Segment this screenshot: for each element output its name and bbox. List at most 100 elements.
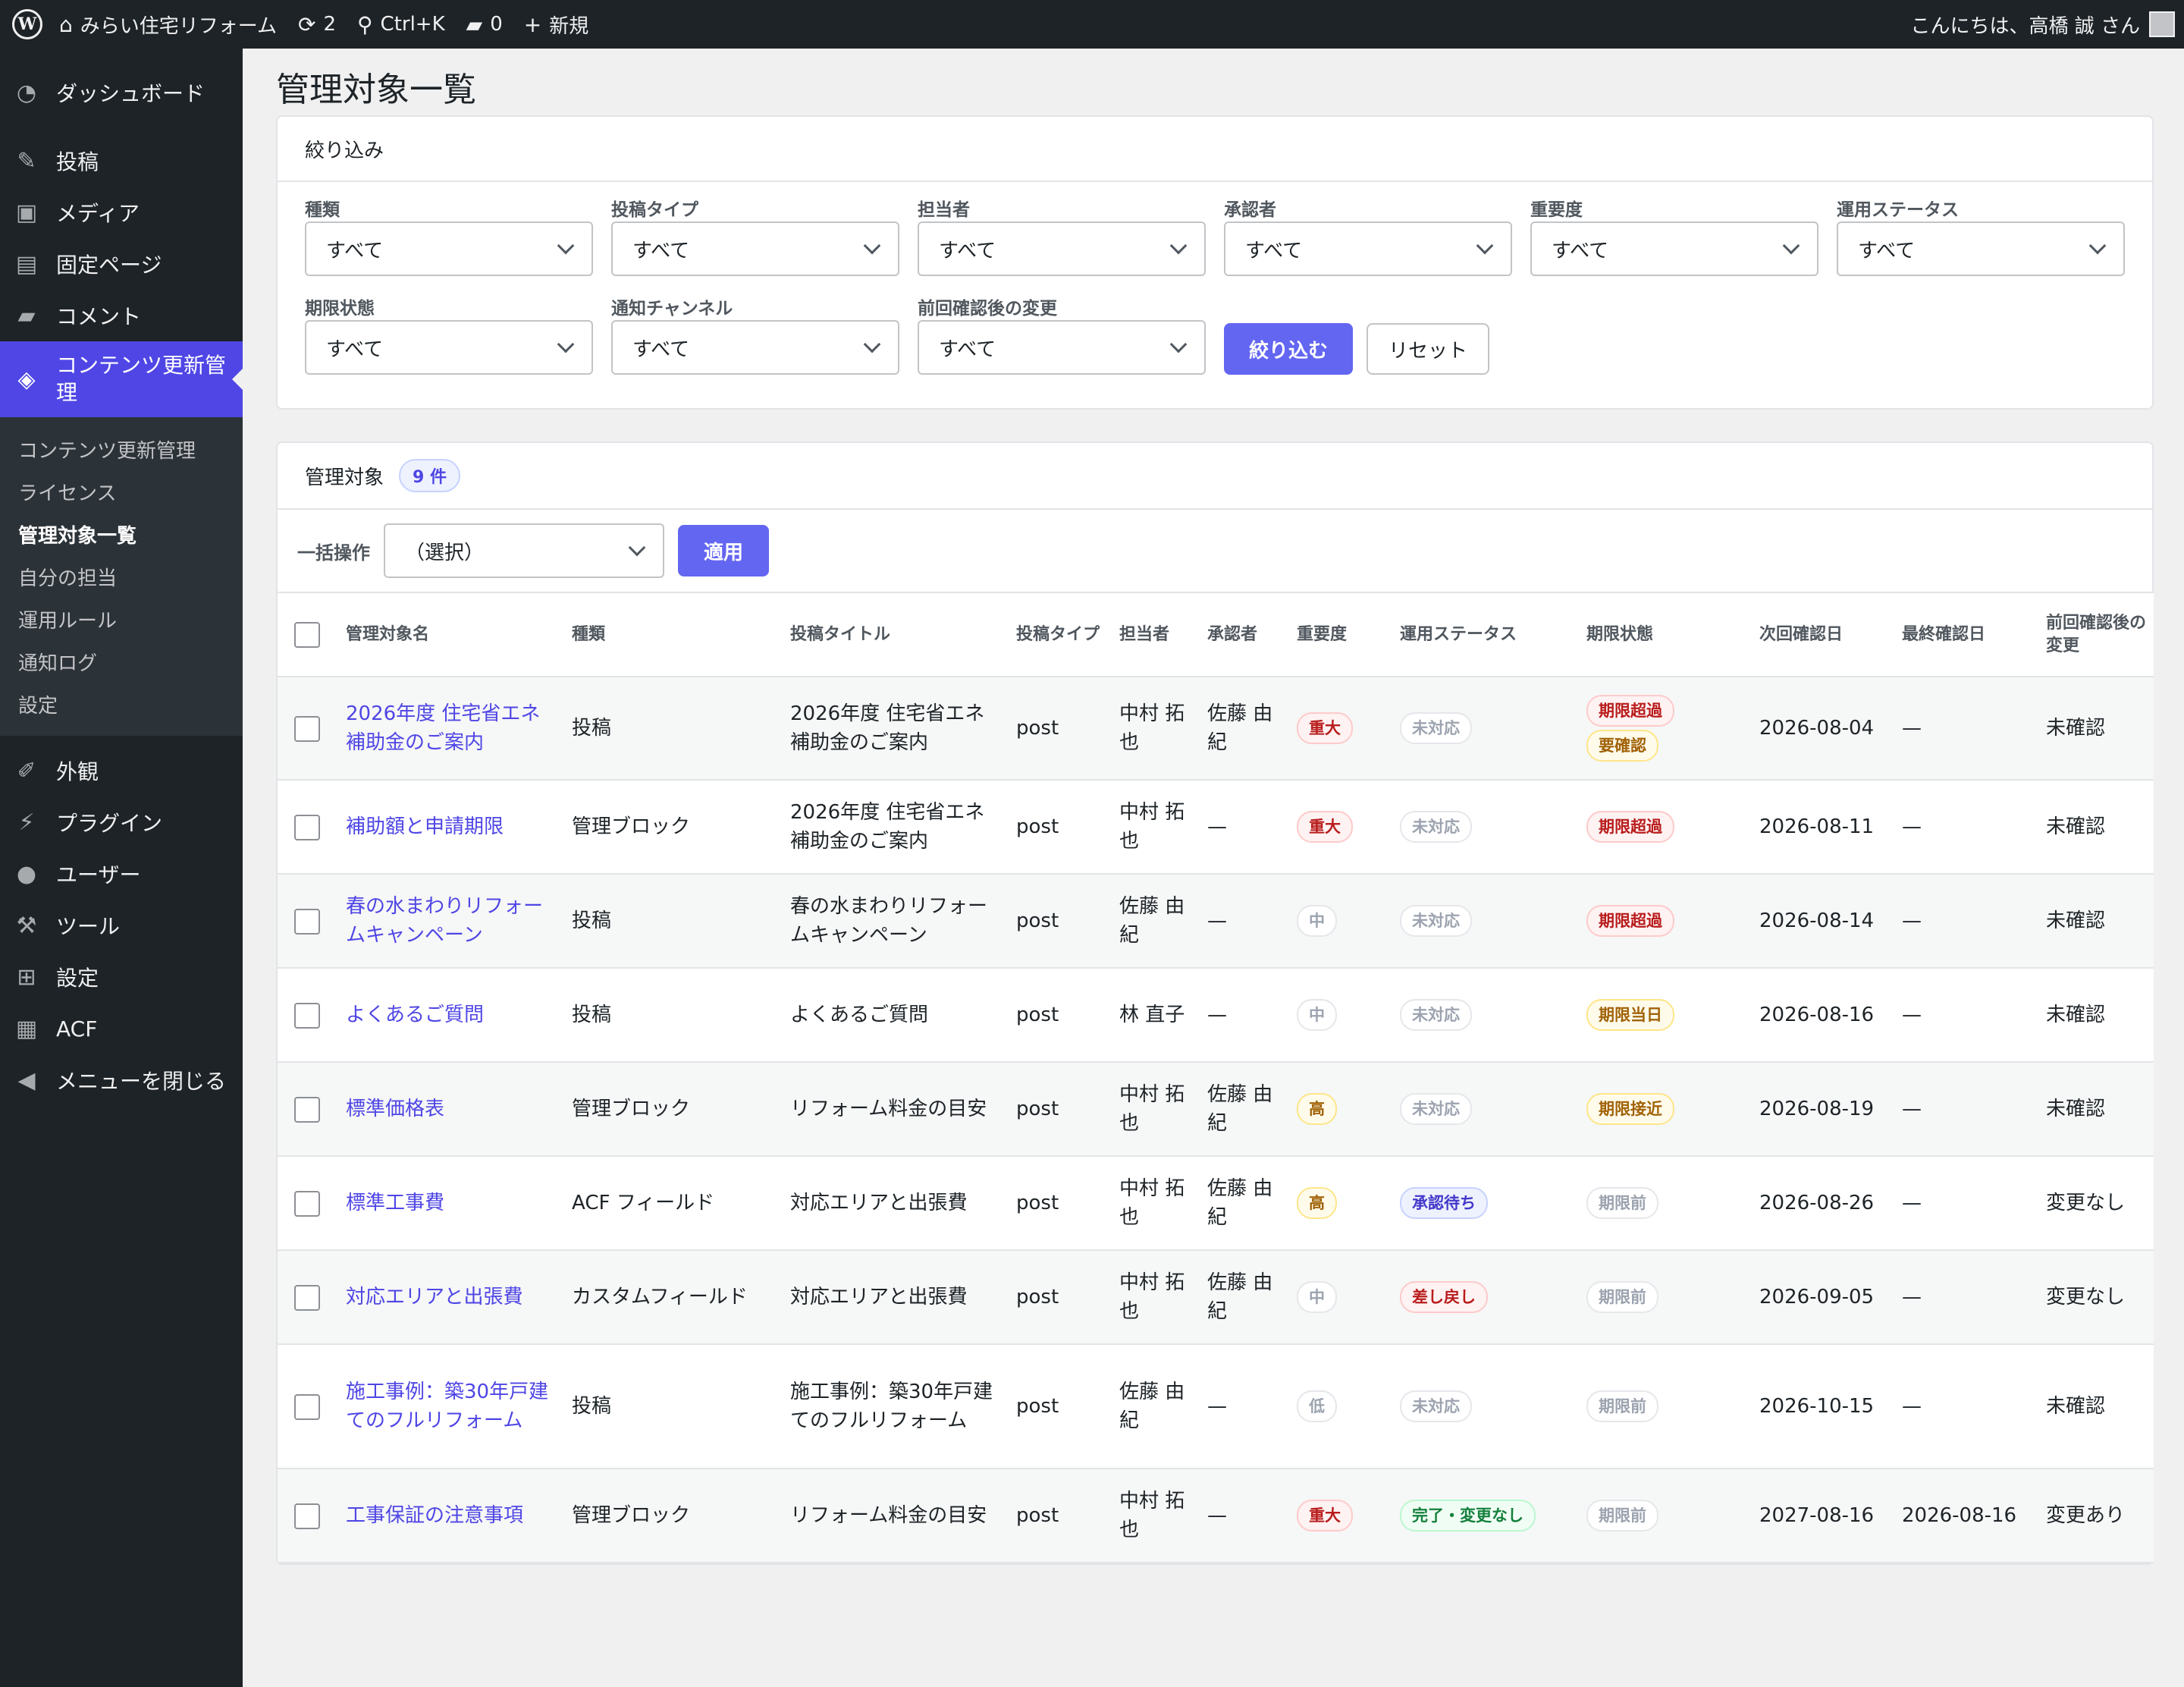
column-header[interactable]: 運用ステータス: [1392, 593, 1579, 677]
filter-channel-select[interactable]: すべて: [611, 320, 899, 375]
filter-status-select[interactable]: すべて: [1837, 221, 2125, 276]
column-header[interactable]: 最終確認日: [1894, 593, 2038, 677]
account-menu[interactable]: こんにちは、高橋 誠 さん: [1910, 11, 2184, 39]
row-checkbox[interactable]: [294, 715, 320, 742]
filter-importance-select[interactable]: すべて: [1530, 221, 1818, 276]
column-header[interactable]: 承認者: [1200, 593, 1289, 677]
importance-badge: 中: [1297, 905, 1337, 937]
row-checkbox[interactable]: [294, 1190, 320, 1217]
wordpress-logo-icon[interactable]: W: [12, 9, 42, 39]
menu-plugins[interactable]: ⚡ プラグイン: [0, 796, 243, 848]
new-content-link[interactable]: + 新規: [513, 0, 599, 49]
row-checkbox[interactable]: [294, 1002, 320, 1029]
column-header[interactable]: 投稿タイプ: [1009, 593, 1112, 677]
item-name-link[interactable]: 施工事例：築30年戸建てのフルリフォーム: [346, 1381, 548, 1432]
row-checkbox[interactable]: [294, 1096, 320, 1123]
item-name-link[interactable]: 2026年度 住宅省エネ補助金のご案内: [346, 702, 540, 754]
status-badge: 未対応: [1400, 1093, 1472, 1125]
submenu-item-notification-log[interactable]: 通知ログ: [0, 640, 243, 683]
item-name-link[interactable]: 対応エリアと出張費: [346, 1286, 522, 1308]
item-name-link[interactable]: 標準価格表: [346, 1098, 444, 1120]
change-state: 未確認: [2038, 780, 2154, 875]
importance-badge: 高: [1297, 1187, 1337, 1219]
item-kind: 投稿: [564, 1344, 783, 1469]
menu-acf[interactable]: ▦ ACF: [0, 1003, 243, 1054]
chevron-down-icon: [628, 539, 646, 557]
item-kind: 管理ブロック: [564, 780, 783, 875]
row-checkbox[interactable]: [294, 908, 320, 935]
item-kind: 管理ブロック: [564, 1062, 783, 1157]
column-header[interactable]: 前回確認後の変更: [2038, 593, 2154, 677]
change-state: 未確認: [2038, 874, 2154, 969]
status-badge: 未対応: [1400, 712, 1472, 744]
column-header[interactable]: 次回確認日: [1752, 593, 1894, 677]
bulk-apply-button[interactable]: 適用: [678, 525, 769, 576]
item-name-link[interactable]: よくあるご質問: [346, 1004, 484, 1026]
submenu-item-managed-list[interactable]: 管理対象一覧: [0, 513, 243, 555]
column-header[interactable]: 期限状態: [1579, 593, 1752, 677]
filter-post-type-select[interactable]: すべて: [611, 221, 899, 276]
item-name-link[interactable]: 春の水まわりリフォームキャンペーン: [346, 895, 543, 947]
item-name-link[interactable]: 工事保証の注意事項: [346, 1504, 523, 1527]
site-name-link[interactable]: ⌂ みらい住宅リフォーム: [49, 0, 287, 49]
updates-link[interactable]: ⟳ 2: [287, 0, 347, 49]
select-all-checkbox[interactable]: [294, 621, 320, 648]
chevron-down-icon: [1169, 335, 1188, 353]
main-content: 管理対象一覧 絞り込み 種類 すべて 投稿タイプ すべて 担当者 すべて 承認者…: [276, 49, 2154, 1565]
menu-content-update[interactable]: ◈ コンテンツ更新管理: [0, 341, 243, 417]
column-header[interactable]: 管理対象名: [338, 593, 564, 677]
chevron-down-icon: [557, 237, 575, 255]
submenu-item-settings[interactable]: 設定: [0, 683, 243, 725]
menu-label: メディア: [56, 201, 140, 226]
comments-link[interactable]: ▰ 0: [456, 0, 513, 49]
submenu-item-content-update[interactable]: コンテンツ更新管理: [0, 428, 243, 470]
approver: 佐藤 由紀: [1200, 1250, 1289, 1345]
filter-deadline-select[interactable]: すべて: [305, 320, 593, 375]
row-checkbox[interactable]: [294, 1284, 320, 1311]
filter-change-select[interactable]: すべて: [918, 320, 1206, 375]
filter-approver-select[interactable]: すべて: [1224, 221, 1512, 276]
menu-appearance[interactable]: ✐ 外観: [0, 745, 243, 796]
column-header[interactable]: 投稿タイトル: [783, 593, 1009, 677]
plugin-icon: ⚡: [18, 809, 35, 836]
bulk-actions: 一括操作 （選択） 適用: [278, 510, 2152, 593]
filter-status: 運用ステータス すべて: [1837, 194, 2125, 276]
filter-reset-button[interactable]: リセット: [1367, 323, 1489, 375]
select-value: すべて: [1552, 239, 1609, 262]
filter-kind-select[interactable]: すべて: [305, 221, 593, 276]
row-checkbox[interactable]: [294, 1503, 320, 1529]
submenu-item-rules[interactable]: 運用ルール: [0, 598, 243, 640]
menu-tools[interactable]: ⚒ ツール: [0, 900, 243, 951]
approver: 佐藤 由紀: [1200, 677, 1289, 781]
menu-users[interactable]: ● ユーザー: [0, 848, 243, 900]
menu-collapse[interactable]: ◀ メニューを閉じる: [0, 1054, 243, 1106]
column-header[interactable]: 担当者: [1112, 593, 1200, 677]
post-type: post: [1009, 874, 1112, 969]
menu-pages[interactable]: ▤ 固定ページ: [0, 238, 243, 290]
chevron-down-icon: [2088, 237, 2107, 255]
column-header[interactable]: 重要度: [1289, 593, 1392, 677]
filter-label: 重要度: [1530, 200, 1583, 220]
row-checkbox[interactable]: [294, 1393, 320, 1420]
menu-label: メニューを閉じる: [56, 1069, 227, 1094]
bulk-action-select[interactable]: （選択）: [384, 523, 664, 578]
greeting: こんにちは、高橋 誠 さん: [1910, 14, 2140, 38]
menu-posts[interactable]: ✎ 投稿: [0, 135, 243, 187]
select-value: すべて: [326, 338, 384, 361]
menu-comments[interactable]: ▰ コメント: [0, 290, 243, 341]
user-icon: ●: [16, 860, 37, 887]
select-value: すべて: [632, 239, 690, 262]
filter-submit-button[interactable]: 絞り込む: [1224, 323, 1353, 375]
filter-assignee-select[interactable]: すべて: [918, 221, 1206, 276]
menu-settings[interactable]: ⊞ 設定: [0, 951, 243, 1003]
menu-media[interactable]: ▣ メディア: [0, 187, 243, 238]
submenu-item-my-assignments[interactable]: 自分の担当: [0, 555, 243, 598]
search-link[interactable]: ⚲ Ctrl+K: [347, 0, 456, 49]
item-name-link[interactable]: 標準工事費: [346, 1192, 444, 1214]
menu-dashboard[interactable]: ◔ ダッシュボード: [0, 67, 243, 118]
column-header[interactable]: 種類: [564, 593, 783, 677]
item-name-link[interactable]: 補助額と申請期限: [346, 815, 504, 838]
submenu-item-license[interactable]: ライセンス: [0, 470, 243, 513]
importance-badge: 重大: [1297, 712, 1353, 744]
row-checkbox[interactable]: [294, 814, 320, 840]
